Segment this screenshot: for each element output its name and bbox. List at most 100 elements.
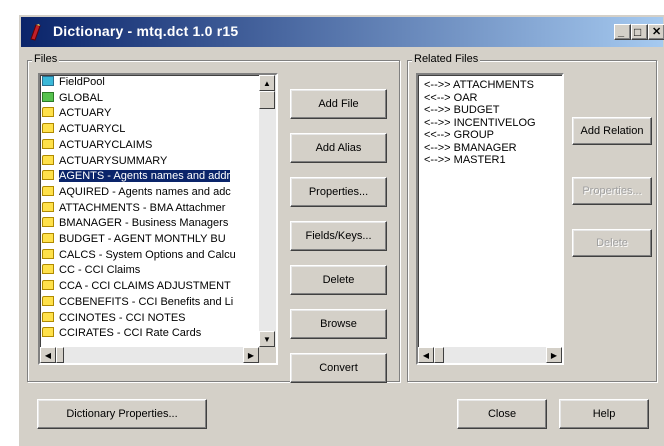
file-list-item[interactable]: ACTUARYCL <box>42 123 125 135</box>
file-list-item-label: CCBENEFITS - CCI Benefits and Li <box>59 295 234 308</box>
file-list-item[interactable]: ATTACHMENTS - BMA Attachmer <box>42 201 225 214</box>
scroll-down-button[interactable]: ▼ <box>259 331 275 347</box>
file-list-item-label: CCIRATES - CCI Rate Cards <box>59 327 202 340</box>
file-list-item[interactable]: ACTUARYSUMMARY <box>42 154 168 167</box>
files-listbox[interactable]: FieldPool GLOBAL ACTUARY ACTUARYCL ACTUARYCL… <box>38 73 278 365</box>
relation-delete-label: Delete <box>596 237 628 249</box>
folder-icon <box>42 170 54 181</box>
file-list-item-label: ACTUARYCL <box>59 123 126 136</box>
scroll-right-icon: ▶ <box>247 350 255 360</box>
scroll-left-button[interactable]: ◀ <box>40 347 56 363</box>
scroll-up-button[interactable]: ▲ <box>259 75 275 91</box>
scroll-right-button[interactable]: ▶ <box>243 347 259 363</box>
window-title: Dictionary - mtq.dct 1.0 r15 <box>53 23 239 39</box>
maximize-icon: □ <box>634 25 642 39</box>
file-list-item[interactable]: AGENTS - Agents names and addr <box>42 170 231 183</box>
folder-icon <box>42 154 54 165</box>
related-scroll-right-button[interactable]: ▶ <box>546 347 562 363</box>
related-file-item[interactable]: <-->> BUDGET <box>424 104 500 116</box>
related-files-group-label: Related Files <box>412 53 481 65</box>
relation-properties-button[interactable]: Properties... <box>572 177 652 205</box>
browse-button[interactable]: Browse <box>290 309 387 339</box>
scroll-down-icon: ▼ <box>263 334 271 344</box>
file-list-item[interactable]: CCA - CCI CLAIMS ADJUSTMENT <box>42 280 231 292</box>
file-list-item[interactable]: CCINOTES - CCI NOTES <box>42 311 186 324</box>
help-label: Help <box>592 408 616 420</box>
file-list-item[interactable]: CCIRATES - CCI Rate Cards <box>42 327 201 339</box>
file-list-item[interactable]: BUDGET - AGENT MONTHLY BU <box>42 233 226 245</box>
file-list-item[interactable]: GLOBAL <box>42 91 104 104</box>
close-button[interactable]: ✕ <box>648 24 664 40</box>
folder-icon <box>42 280 54 291</box>
file-list-item[interactable]: ACTUARY <box>42 107 111 119</box>
maximize-button[interactable]: □ <box>631 24 648 40</box>
related-hscroll-thumb[interactable] <box>434 347 444 363</box>
desktop-background <box>0 0 18 446</box>
add-alias-button[interactable]: Add Alias <box>290 133 387 163</box>
add-file-label: Add File <box>318 98 359 110</box>
related-file-item[interactable]: <-->> ATTACHMENTS <box>424 79 534 91</box>
related-file-item[interactable]: <<--> OAR <box>424 92 478 104</box>
folder-icon <box>42 233 54 243</box>
scroll-left-icon: ◀ <box>422 350 430 360</box>
convert-label: Convert <box>319 362 358 374</box>
dictionary-properties-button[interactable]: Dictionary Properties... <box>37 399 207 429</box>
relation-properties-label: Properties... <box>582 185 642 197</box>
folder-icon <box>42 138 54 149</box>
file-list-item-label: AQUIRED - Agents names and adc <box>59 185 231 198</box>
file-list-item[interactable]: FieldPool <box>42 76 105 88</box>
file-delete-label: Delete <box>322 274 355 286</box>
file-properties-button[interactable]: Properties... <box>290 177 387 207</box>
file-delete-button[interactable]: Delete <box>290 265 387 295</box>
scroll-right-icon: ▶ <box>550 350 558 360</box>
help-button[interactable]: Help <box>559 399 649 429</box>
folder-icon <box>42 107 54 118</box>
convert-button[interactable]: Convert <box>290 353 387 383</box>
close-dialog-button[interactable]: Close <box>457 399 547 429</box>
folder-icon <box>42 248 54 259</box>
scroll-left-icon: ◀ <box>44 350 52 360</box>
file-list-item[interactable]: CC - CCI Claims <box>42 264 140 276</box>
file-list-item[interactable]: AQUIRED - Agents names and adc <box>42 185 231 198</box>
files-scroll-thumb[interactable] <box>259 91 275 109</box>
file-list-item-label: ACTUARYSUMMARY <box>59 154 168 167</box>
related-file-item[interactable]: <-->> INCENTIVELOG <box>424 117 536 129</box>
file-list-item[interactable]: BMANAGER - Business Managers <box>42 217 228 229</box>
add-relation-button[interactable]: Add Relation <box>572 117 652 145</box>
file-list-item-label: CCA - CCI CLAIMS ADJUSTMENT <box>59 280 231 293</box>
minimize-button[interactable]: _ <box>614 24 631 40</box>
related-file-item[interactable]: <-->> MASTER1 <box>424 154 506 166</box>
files-hscroll-thumb[interactable] <box>56 347 64 363</box>
app-icon <box>30 24 41 41</box>
dictionary-window: Dictionary - mtq.dct 1.0 r15 _ □ ✕ Files… <box>18 14 664 446</box>
folder-icon <box>42 264 54 275</box>
related-file-item[interactable]: <-->> BMANAGER <box>424 142 517 154</box>
folder-icon <box>42 217 54 228</box>
fields-keys-button[interactable]: Fields/Keys... <box>290 221 387 251</box>
files-horizontal-scrollbar[interactable]: ◀ ▶ <box>40 347 259 363</box>
file-list-item[interactable]: CCBENEFITS - CCI Benefits and Li <box>42 295 234 308</box>
file-list-item-label: GLOBAL <box>59 91 104 104</box>
file-list-item-label: AGENTS - Agents names and addr <box>59 170 231 183</box>
file-list-item-label: ACTUARYCLAIMS <box>59 138 153 151</box>
related-scroll-left-button[interactable]: ◀ <box>418 347 434 363</box>
file-list-item-label: ACTUARY <box>59 107 112 120</box>
folder-icon <box>42 185 54 196</box>
add-relation-label: Add Relation <box>580 125 644 137</box>
file-list-item-label: CALCS - System Options and Calcu <box>59 248 236 261</box>
related-horizontal-scrollbar[interactable]: ◀ ▶ <box>418 347 562 363</box>
relation-delete-button[interactable]: Delete <box>572 229 652 257</box>
file-list-item[interactable]: CALCS - System Options and Calcu <box>42 248 236 261</box>
related-file-item[interactable]: <<--> GROUP <box>424 129 494 141</box>
dictionary-properties-label: Dictionary Properties... <box>66 408 178 420</box>
files-vertical-scrollbar[interactable]: ▲ ▼ <box>259 75 276 347</box>
file-list-item-label: CCINOTES - CCI NOTES <box>59 311 186 324</box>
folder-icon <box>42 311 54 322</box>
scroll-corner <box>259 347 276 363</box>
title-bar[interactable]: Dictionary - mtq.dct 1.0 r15 _ □ ✕ <box>21 17 664 47</box>
fields-keys-label: Fields/Keys... <box>305 230 372 242</box>
file-list-item-label: CC - CCI Claims <box>59 264 141 277</box>
file-list-item[interactable]: ACTUARYCLAIMS <box>42 138 153 151</box>
add-file-button[interactable]: Add File <box>290 89 387 119</box>
related-files-listbox[interactable]: <-->> ATTACHMENTS <<--> OAR <-->> BUDGET <-… <box>416 73 564 365</box>
